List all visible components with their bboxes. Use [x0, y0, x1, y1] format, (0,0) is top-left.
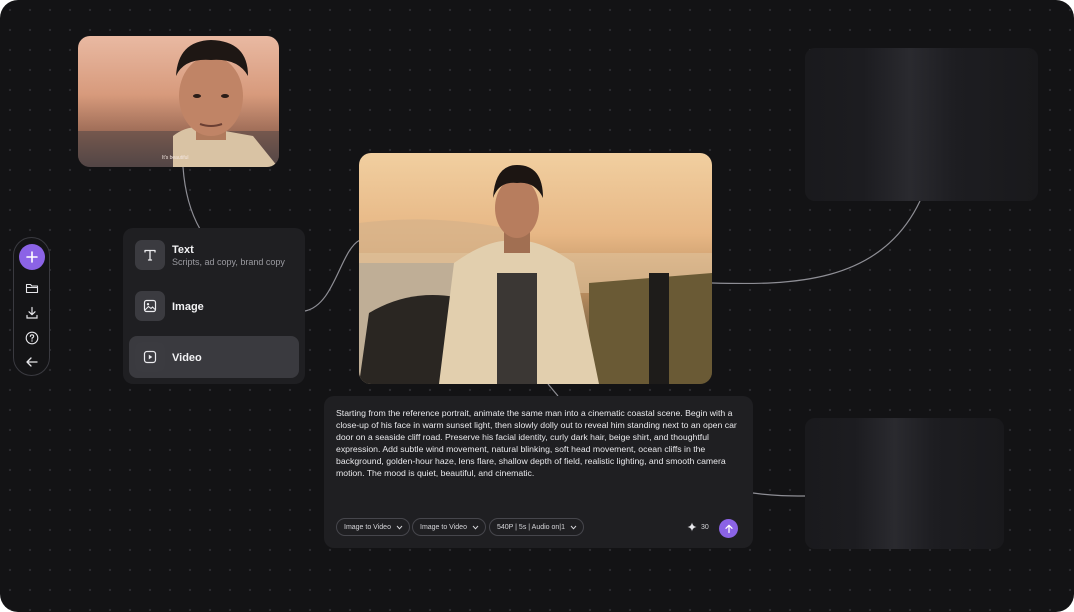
- send-button[interactable]: [719, 519, 738, 538]
- mode-select-label: Image to Video: [344, 523, 391, 531]
- settings-select[interactable]: 540P | 5s | Audio on|1: [489, 518, 584, 536]
- menu-item-label: Text: [172, 244, 194, 256]
- add-node-button[interactable]: [19, 244, 45, 270]
- mode-select-2[interactable]: Image to Video: [412, 518, 486, 536]
- connector-scene-to-top-placeholder: [711, 200, 921, 285]
- help-circle-icon: [25, 331, 39, 345]
- sparkle-icon: [687, 522, 697, 532]
- connector-scene-to-prompt: [547, 383, 559, 397]
- open-folder-button[interactable]: [23, 279, 41, 297]
- image-caption: It's beautiful: [162, 155, 189, 161]
- video-icon: [135, 342, 165, 372]
- connector-prompt-to-bottom-placeholder: [752, 492, 806, 497]
- text-icon: [135, 240, 165, 270]
- generated-scene-image[interactable]: [359, 153, 712, 384]
- credit-cost: 30: [687, 522, 709, 532]
- image-icon: [135, 291, 165, 321]
- connector-portrait-to-menu: [182, 166, 201, 230]
- menu-item-video[interactable]: Video: [129, 336, 299, 378]
- output-placeholder-bottom[interactable]: [805, 418, 1004, 549]
- node-type-menu: Text Scripts, ad copy, brand copy Image …: [123, 228, 305, 384]
- reference-portrait-image[interactable]: It's beautiful: [78, 36, 279, 167]
- mode-select-label: Image to Video: [420, 523, 467, 531]
- chevron-down-icon: [472, 525, 479, 530]
- menu-item-image[interactable]: Image: [129, 285, 299, 327]
- help-button[interactable]: [23, 329, 41, 347]
- back-button[interactable]: [23, 353, 41, 371]
- arrow-up-icon: [724, 524, 733, 533]
- output-placeholder-top[interactable]: [805, 48, 1038, 201]
- download-icon: [26, 306, 38, 319]
- menu-item-label: Image: [172, 301, 204, 313]
- credit-count: 30: [701, 523, 709, 531]
- plus-icon: [26, 251, 38, 263]
- menu-item-label: Video: [172, 352, 202, 364]
- prompt-card: Starting from the reference portrait, an…: [324, 396, 753, 548]
- mode-select-1[interactable]: Image to Video: [336, 518, 410, 536]
- left-toolbar: [13, 237, 50, 376]
- arrow-left-icon: [26, 357, 38, 367]
- chevron-down-icon: [570, 525, 577, 530]
- menu-item-text[interactable]: Text Scripts, ad copy, brand copy: [129, 234, 299, 276]
- menu-item-subtitle: Scripts, ad copy, brand copy: [172, 257, 285, 267]
- folder-icon: [25, 283, 39, 294]
- workflow-canvas[interactable]: It's beautiful Text Scripts, ad copy, br…: [0, 0, 1074, 612]
- chevron-down-icon: [396, 525, 403, 530]
- download-button[interactable]: [23, 304, 41, 322]
- connector-menu-to-scene: [304, 239, 361, 312]
- prompt-textarea[interactable]: Starting from the reference portrait, an…: [336, 407, 742, 479]
- settings-select-label: 540P | 5s | Audio on|1: [497, 523, 565, 531]
